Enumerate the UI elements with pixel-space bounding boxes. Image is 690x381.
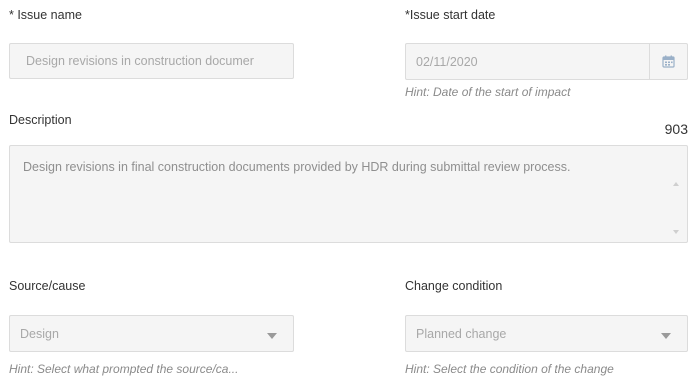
change-condition-select[interactable]: Planned change (405, 315, 688, 352)
calendar-button[interactable] (649, 44, 687, 79)
scroll-down-arrow-icon[interactable] (673, 230, 679, 234)
description-label: Description (9, 113, 72, 127)
source-cause-select[interactable]: Design (9, 315, 294, 352)
issue-name-label: * Issue name (9, 8, 82, 22)
chevron-down-icon (661, 332, 671, 339)
issue-name-value: Design revisions in construction documer (26, 54, 254, 68)
issue-form: * Issue name Design revisions in constru… (0, 0, 690, 381)
description-textarea[interactable]: Design revisions in final construction d… (9, 145, 688, 243)
source-cause-label: Source/cause (9, 279, 86, 293)
issue-start-date-input[interactable]: 02/11/2020 (405, 43, 688, 80)
issue-start-date-hint: Hint: Date of the start of impact (405, 85, 571, 99)
chevron-down-icon (267, 332, 277, 339)
scroll-up-arrow-icon[interactable] (673, 182, 679, 186)
change-condition-value: Planned change (416, 326, 507, 341)
source-cause-hint: Hint: Select what prompted the source/ca… (9, 362, 239, 376)
description-value: Design revisions in final construction d… (23, 160, 571, 174)
change-condition-label: Change condition (405, 279, 503, 293)
issue-name-input[interactable]: Design revisions in construction documer (9, 43, 294, 79)
change-condition-hint: Hint: Select the condition of the change (405, 362, 614, 376)
description-char-counter: 903 (664, 121, 688, 137)
source-cause-value: Design (20, 326, 59, 341)
issue-start-date-value: 02/11/2020 (416, 54, 478, 69)
calendar-icon (662, 55, 675, 68)
issue-start-date-label: *Issue start date (405, 8, 496, 22)
